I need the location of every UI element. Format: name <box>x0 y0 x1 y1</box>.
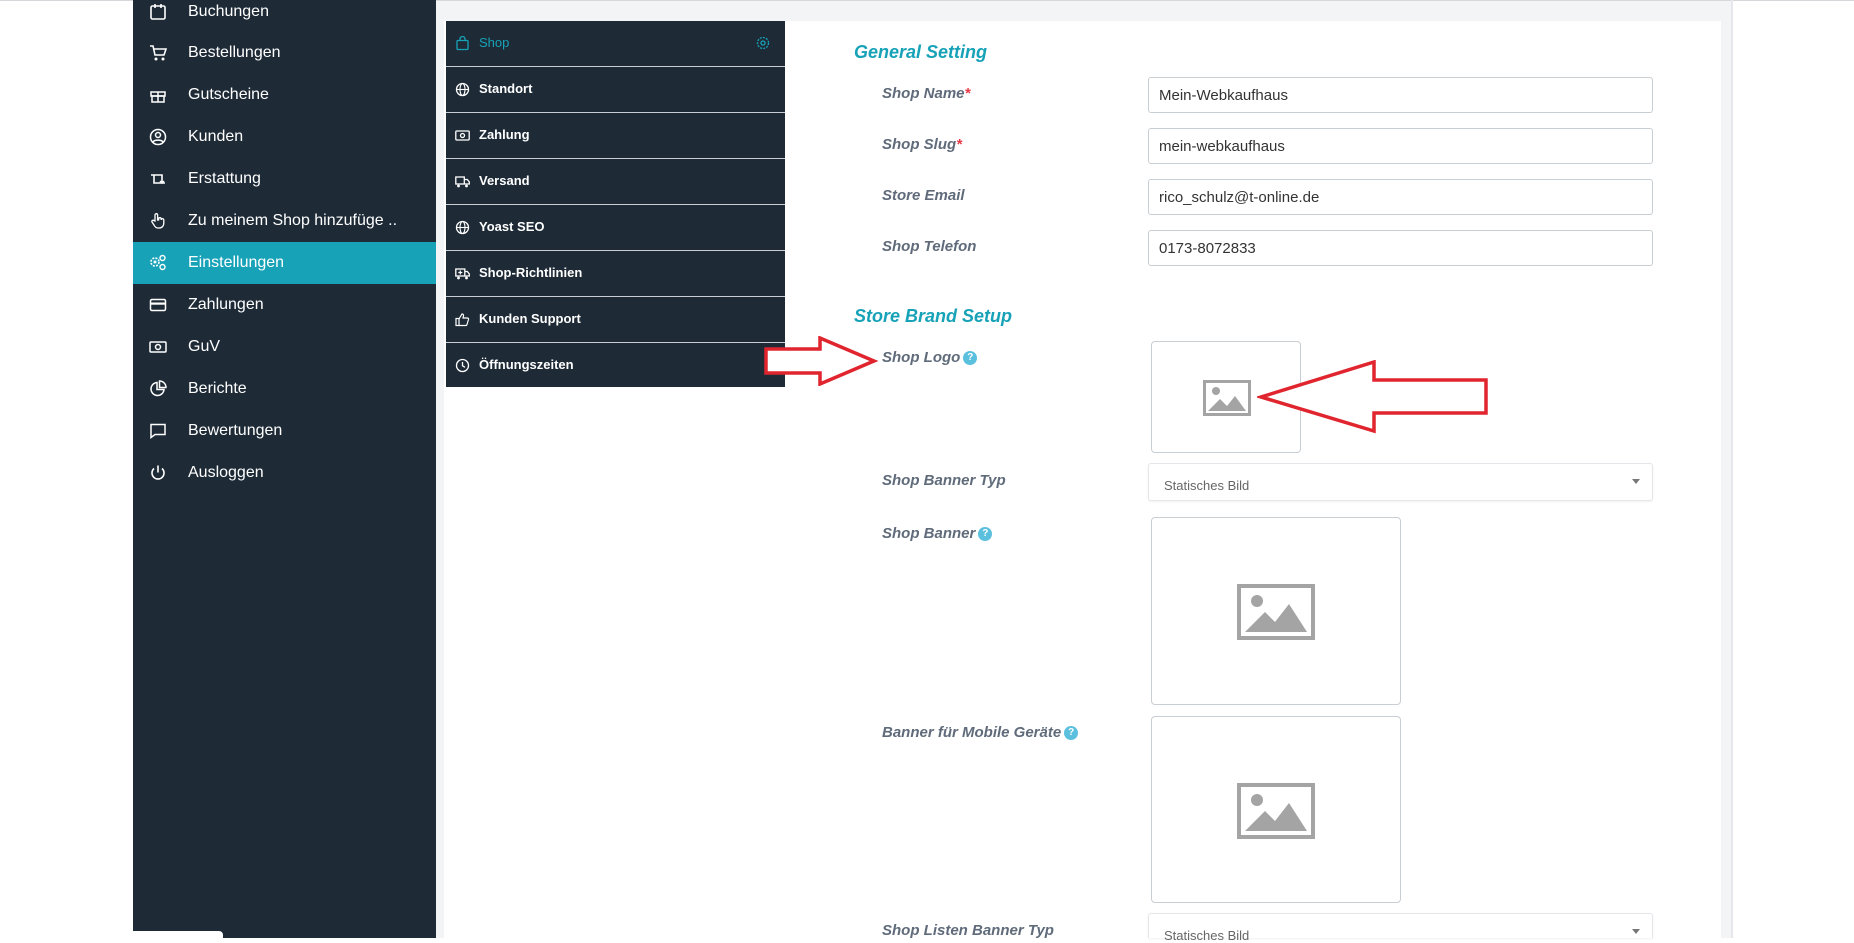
submenu-item-kunden-support[interactable]: Kunden Support <box>446 297 785 343</box>
sidebar-item-label: Gutscheine <box>188 86 269 103</box>
cart-icon <box>150 45 167 61</box>
mobile-banner-upload[interactable] <box>1151 716 1401 903</box>
refund-icon <box>151 174 165 184</box>
sidebar-item-label: Kunden <box>188 128 244 145</box>
globe-icon <box>455 220 470 235</box>
sidebar-item-label: Ausloggen <box>188 464 264 481</box>
submenu-item-zahlung[interactable]: Zahlung <box>446 113 785 159</box>
submenu-item-standort[interactable]: Standort <box>446 67 785 113</box>
submenu-item-oeffnungszeiten[interactable]: Öffnungszeiten <box>446 343 785 388</box>
sidebar-item-ausloggen[interactable]: Ausloggen <box>133 452 436 494</box>
shop-banner-upload[interactable] <box>1151 517 1401 705</box>
shop-telefon-input[interactable] <box>1148 230 1653 266</box>
sidebar-item-label: Zu meinem Shop hinzufüge .. <box>188 212 398 229</box>
shop-banner-typ-label: Shop Banner Typ <box>882 472 1006 489</box>
annotation-arrow-right-icon <box>764 336 879 386</box>
annotation-arrow-left-icon <box>1257 360 1488 434</box>
info-icon[interactable]: ? <box>1064 726 1079 741</box>
submenu-item-label: Shop <box>479 35 510 50</box>
money-icon <box>149 341 167 353</box>
settings-cog-icon[interactable] <box>756 36 770 50</box>
ambulance-icon <box>455 268 470 280</box>
user-circle-icon <box>149 128 167 146</box>
general-setting-title: General Setting <box>854 42 988 62</box>
main-sidebar: Buchungen Bestellungen Gutscheine Kunden… <box>133 0 436 938</box>
shopping-bag-icon <box>456 36 469 51</box>
money-icon <box>455 130 470 141</box>
shop-telefon-label: Shop Telefon <box>882 238 977 255</box>
sidebar-item-zahlungen[interactable]: Zahlungen <box>133 284 436 326</box>
info-icon[interactable]: ? <box>978 527 993 542</box>
comment-icon <box>150 423 166 439</box>
submenu-item-label: Standort <box>479 81 533 96</box>
listen-banner-typ-select[interactable]: Statisches Bild <box>1148 913 1653 943</box>
sidebar-item-label: Bewertungen <box>188 422 283 439</box>
truck-icon <box>455 176 470 188</box>
mobile-banner-label: Banner für Mobile Geräte? <box>882 724 1079 741</box>
store-brand-setup-title: Store Brand Setup <box>854 306 1013 326</box>
submenu-item-shop-richtlinien[interactable]: Shop-Richtlinien <box>446 251 785 297</box>
image-placeholder-icon <box>1203 380 1251 416</box>
gift-icon <box>150 91 166 103</box>
clock-icon <box>455 358 470 373</box>
select-value: Statisches Bild <box>1164 928 1250 943</box>
required-mark: * <box>956 136 963 153</box>
submenu-item-shop[interactable]: Shop <box>446 21 785 67</box>
sidebar-item-kunden[interactable]: Kunden <box>133 116 436 158</box>
listen-banner-typ-label: Shop Listen Banner Typ <box>882 922 1054 939</box>
sidebar-item-label: Berichte <box>188 380 247 397</box>
sidebar-item-label: Erstattung <box>188 170 261 187</box>
store-email-label: Store Email <box>882 187 965 204</box>
globe-icon <box>455 82 470 97</box>
submenu-item-label: Zahlung <box>479 127 530 142</box>
submenu-item-label: Shop-Richtlinien <box>479 265 583 280</box>
submenu-item-yoast-seo[interactable]: Yoast SEO <box>446 205 785 251</box>
sidebar-item-label: GuV <box>188 338 221 355</box>
sidebar-item-buchungen[interactable]: Buchungen <box>133 0 436 33</box>
info-icon[interactable]: ? <box>963 351 978 366</box>
submenu-item-label: Yoast SEO <box>479 219 545 234</box>
image-placeholder-icon <box>1237 584 1315 640</box>
sidebar-item-einstellungen[interactable]: Einstellungen <box>133 242 436 284</box>
submenu-item-versand[interactable]: Versand <box>446 159 785 205</box>
bottom-tab <box>133 931 223 938</box>
submenu-item-label: Öffnungszeiten <box>479 357 574 372</box>
shop-logo-label: Shop Logo? <box>882 349 978 366</box>
shop-slug-label: Shop Slug* <box>882 136 963 153</box>
sidebar-item-label: Buchungen <box>188 3 269 20</box>
shop-name-label: Shop Name* <box>882 85 971 102</box>
hand-pointer-icon <box>151 213 165 229</box>
gears-icon <box>150 254 166 271</box>
content-border <box>1731 0 1733 938</box>
shop-name-input[interactable] <box>1148 77 1653 113</box>
settings-submenu: Shop Standort Zahlung Versand Yoast SEO … <box>446 21 785 387</box>
submenu-item-label: Kunden Support <box>479 311 581 326</box>
sidebar-item-add-to-shop[interactable]: Zu meinem Shop hinzufüge .. <box>133 200 436 242</box>
thumbs-up-icon <box>455 313 470 327</box>
chevron-down-icon <box>1632 479 1640 484</box>
sidebar-item-label: Einstellungen <box>188 254 285 271</box>
sidebar-item-berichte[interactable]: Berichte <box>133 368 436 410</box>
store-email-input[interactable] <box>1148 179 1653 215</box>
sidebar-item-bestellungen[interactable]: Bestellungen <box>133 32 436 74</box>
shop-banner-label: Shop Banner? <box>882 525 993 542</box>
sidebar-item-erstattung[interactable]: Erstattung <box>133 158 436 200</box>
required-mark: * <box>964 85 971 102</box>
sidebar-item-bewertungen[interactable]: Bewertungen <box>133 410 436 452</box>
sidebar-item-gutscheine[interactable]: Gutscheine <box>133 74 436 116</box>
select-value: Statisches Bild <box>1164 478 1250 493</box>
shop-slug-input[interactable] <box>1148 128 1653 164</box>
image-placeholder-icon <box>1237 783 1315 839</box>
sidebar-item-guv[interactable]: GuV <box>133 326 436 368</box>
sidebar-item-label: Zahlungen <box>188 296 264 313</box>
sidebar-item-label: Bestellungen <box>188 44 281 61</box>
power-icon <box>151 465 165 480</box>
submenu-item-label: Versand <box>479 173 530 188</box>
chevron-down-icon <box>1632 929 1640 934</box>
credit-card-icon <box>149 298 167 312</box>
calendar-icon <box>150 4 166 20</box>
shop-banner-typ-select[interactable]: Statisches Bild <box>1148 463 1653 501</box>
pie-chart-icon <box>150 380 167 397</box>
